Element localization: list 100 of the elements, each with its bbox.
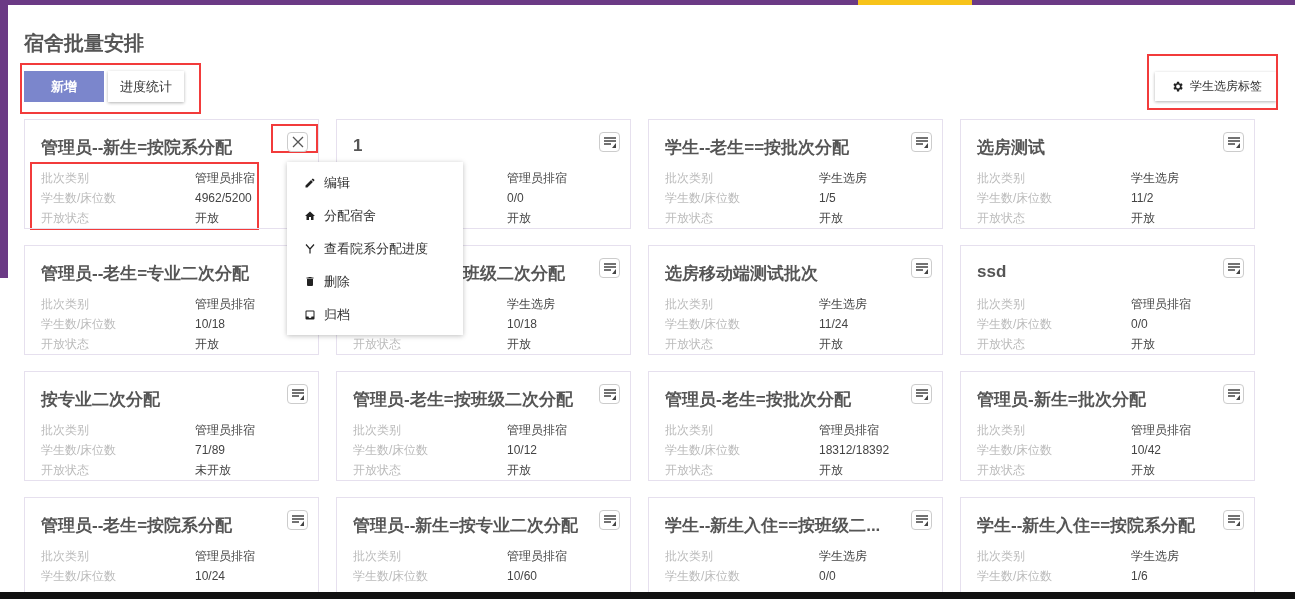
field-label: 学生数/床位数 <box>665 569 741 583</box>
close-button[interactable] <box>287 132 308 152</box>
field-value: 管理员排宿 <box>507 422 567 439</box>
field-label: 批次类别 <box>977 423 1025 437</box>
card-menu-button[interactable] <box>911 132 932 152</box>
field-label: 学生数/床位数 <box>665 191 741 205</box>
field-label: 学生数/床位数 <box>665 443 741 457</box>
card-title: 管理员--老生=按院系分配 <box>41 515 233 537</box>
list-icon <box>914 136 929 148</box>
field-value: 开放 <box>507 462 531 479</box>
field-value: 开放 <box>819 462 843 479</box>
list-icon <box>1226 388 1241 400</box>
menu-item[interactable]: 删除 <box>287 265 463 298</box>
card-title: 管理员-老生=按批次分配 <box>665 389 851 411</box>
pencil-icon <box>304 176 316 189</box>
field-value: 开放 <box>1131 336 1155 353</box>
field-label: 开放状态 <box>977 463 1025 477</box>
list-icon <box>1226 262 1241 274</box>
field-value: 10/60 <box>507 568 538 585</box>
card-menu-button[interactable] <box>911 510 932 530</box>
trash-icon <box>304 275 316 288</box>
card-menu-button[interactable] <box>287 384 308 404</box>
card-menu-button[interactable] <box>911 258 932 278</box>
card-menu-button[interactable] <box>1223 384 1244 404</box>
card-menu-button[interactable] <box>911 384 932 404</box>
card-title: 1 <box>353 136 363 156</box>
field-value: 未开放 <box>195 462 231 479</box>
field-label: 学生数/床位数 <box>977 569 1053 583</box>
field-label: 批次类别 <box>41 549 89 563</box>
field-value: 开放 <box>1131 210 1155 227</box>
field-value: 开放 <box>507 336 531 353</box>
field-label: 批次类别 <box>977 171 1025 185</box>
card-menu-button[interactable] <box>287 510 308 530</box>
list-icon <box>1226 136 1241 148</box>
card-menu-button[interactable] <box>1223 510 1244 530</box>
field-label: 批次类别 <box>977 297 1025 311</box>
field-value: 1/6 <box>1131 568 1148 585</box>
card-menu-button[interactable] <box>599 132 620 152</box>
card-title: 管理员-老生=按班级二次分配 <box>353 389 573 411</box>
field-value: 学生选房 <box>507 296 555 313</box>
card-menu-button[interactable] <box>1223 132 1244 152</box>
field-value: 0/0 <box>819 568 836 585</box>
field-value: 学生选房 <box>819 170 867 187</box>
card-menu-button[interactable] <box>599 384 620 404</box>
field-label: 学生数/床位数 <box>665 317 741 331</box>
field-value: 11/24 <box>819 316 849 333</box>
card-title: 班级二次分配 <box>463 263 565 285</box>
list-icon <box>602 262 617 274</box>
card-menu-button[interactable] <box>599 510 620 530</box>
list-icon <box>914 388 929 400</box>
card-title: 按专业二次分配 <box>41 389 160 411</box>
card-title: 选房移动端测试批次 <box>665 263 818 285</box>
field-label: 批次类别 <box>665 171 713 185</box>
field-label: 开放状态 <box>41 463 89 477</box>
card-menu-button[interactable] <box>1223 258 1244 278</box>
card-title: 管理员--老生=专业二次分配 <box>41 263 250 285</box>
close-icon <box>291 136 304 148</box>
field-value: 开放 <box>1131 462 1155 479</box>
card-title: 管理员--新生=按院系分配 <box>41 137 233 159</box>
highlight-frame <box>271 124 318 153</box>
field-label: 批次类别 <box>665 423 713 437</box>
field-value: 管理员排宿 <box>195 548 255 565</box>
field-label: 开放状态 <box>353 463 401 477</box>
field-value: 0/0 <box>507 190 524 207</box>
field-value: 管理员排宿 <box>507 170 567 187</box>
card-menu-button[interactable] <box>599 258 620 278</box>
page-title: 宿舍批量安排 <box>24 31 145 56</box>
field-value: 学生选房 <box>1131 548 1179 565</box>
home-icon <box>304 209 316 222</box>
tag-settings-button[interactable]: 学生选房标签 <box>1155 72 1276 101</box>
progress-button[interactable]: 进度统计 <box>108 71 184 102</box>
field-label: 学生数/床位数 <box>977 191 1053 205</box>
field-label: 开放状态 <box>353 337 401 351</box>
field-label: 开放状态 <box>41 211 89 225</box>
field-value: 学生选房 <box>819 548 867 565</box>
field-value: 10/12 <box>507 442 538 459</box>
menu-item[interactable]: 编辑 <box>287 166 463 199</box>
menu-item[interactable]: 归档 <box>287 298 463 331</box>
list-icon <box>914 514 929 526</box>
card-title: ssd <box>977 262 1007 282</box>
field-label: 开放状态 <box>665 211 713 225</box>
field-label: 开放状态 <box>977 337 1025 351</box>
list-icon <box>602 136 617 148</box>
list-icon <box>290 514 305 526</box>
field-label: 批次类别 <box>665 549 713 563</box>
field-value: 学生选房 <box>819 296 867 313</box>
field-value: 开放 <box>507 210 531 227</box>
field-value: 0/0 <box>1131 316 1148 333</box>
field-value: 开放 <box>195 336 219 353</box>
field-label: 学生数/床位数 <box>353 569 429 583</box>
field-value: 10/18 <box>195 316 226 333</box>
field-value: 管理员排宿 <box>195 296 255 313</box>
field-label: 学生数/床位数 <box>41 191 117 205</box>
field-value: 71/89 <box>195 442 226 459</box>
field-label: 学生数/床位数 <box>977 443 1053 457</box>
field-value: 开放 <box>819 210 843 227</box>
menu-item[interactable]: 查看院系分配进度 <box>287 232 463 265</box>
card-title: 学生--新生入住==按院系分配 <box>977 515 1196 537</box>
menu-item[interactable]: 分配宿舍 <box>287 199 463 232</box>
card-title: 选房测试 <box>977 137 1045 159</box>
